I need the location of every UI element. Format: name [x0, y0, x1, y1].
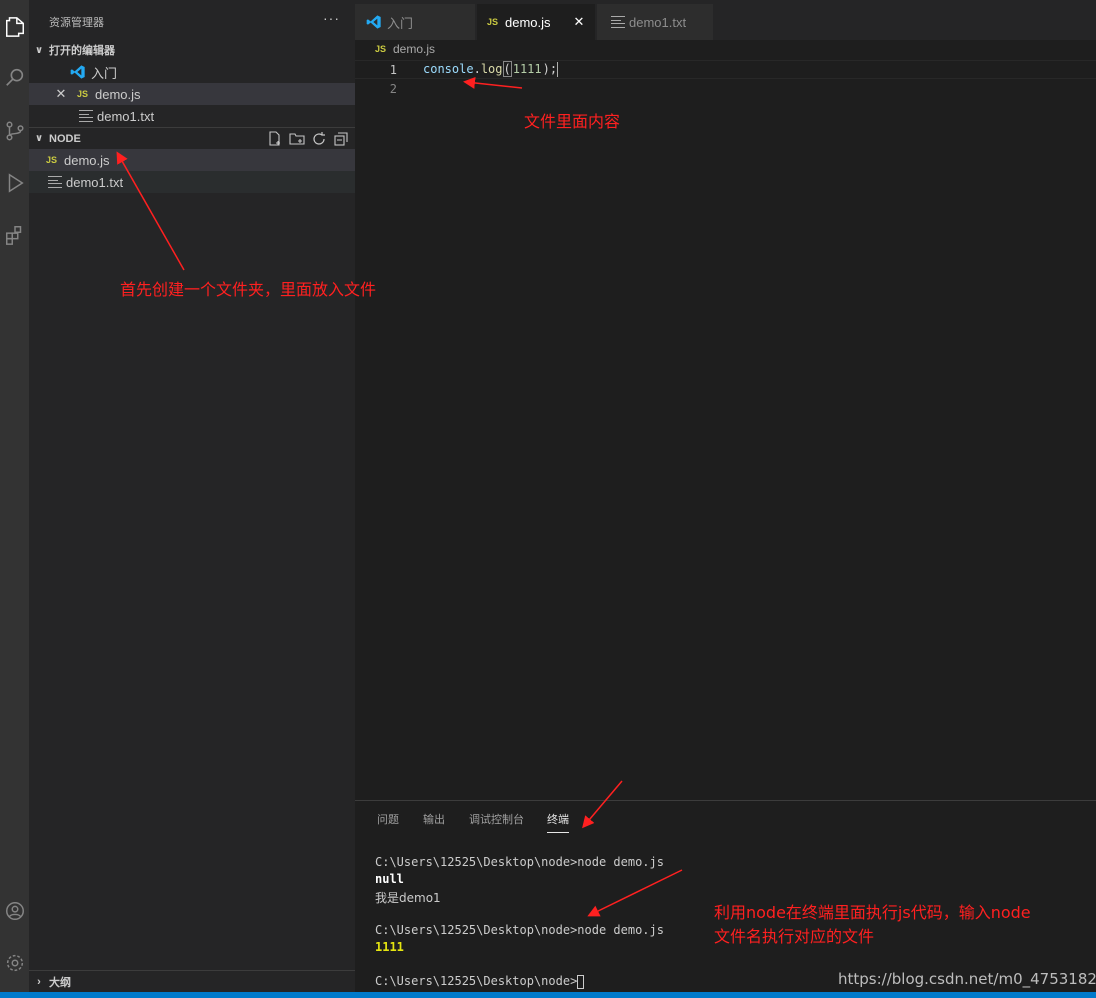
tab-debug-console[interactable]: 调试控制台 — [469, 811, 524, 827]
chevron-down-icon: ∨ — [34, 133, 44, 144]
new-folder-icon[interactable] — [289, 131, 305, 147]
chevron-down-icon: ∨ — [34, 44, 44, 56]
annotation-terminal-note-1: 利用node在终端里面执行js代码，输入node — [714, 903, 1031, 922]
refresh-icon[interactable] — [311, 131, 327, 147]
status-bar — [0, 992, 1096, 998]
open-editor-item-welcome[interactable]: 入门 — [29, 61, 355, 83]
open-editor-item-demo1-txt[interactable]: demo1.txt — [29, 105, 355, 127]
folder-actions — [267, 128, 349, 150]
vscode-icon — [70, 65, 85, 79]
gear-icon[interactable] — [0, 948, 29, 978]
explorer-icon[interactable] — [0, 12, 29, 42]
text-file-icon — [79, 110, 93, 122]
js-file-icon: JS — [46, 155, 58, 165]
tab-output[interactable]: 输出 — [423, 811, 445, 827]
js-file-icon: JS — [487, 17, 499, 27]
breadcrumb-label: demo.js — [393, 42, 436, 56]
sidebar-title: 资源管理器 — [49, 17, 104, 29]
open-editors-label: 打开的编辑器 — [49, 45, 115, 57]
code-line: 1 console.log(1111); — [355, 60, 1096, 79]
extensions-icon[interactable] — [0, 220, 29, 250]
close-icon[interactable]: ✕ — [51, 86, 71, 102]
file-item-demo1-txt[interactable]: demo1.txt — [29, 171, 355, 193]
new-file-icon[interactable] — [267, 131, 283, 147]
editor-tabs: 入门 JS demo.js ✕ demo1.txt — [355, 0, 1096, 40]
open-editor-item-demo-js[interactable]: ✕ JS demo.js — [29, 83, 355, 105]
line-number: 2 — [389, 81, 397, 96]
folder-header-node[interactable]: ∨ NODE — [29, 127, 355, 149]
code-editor[interactable]: 1 console.log(1111); 2 — [355, 40, 1096, 800]
account-icon[interactable] — [0, 896, 29, 926]
text-file-icon — [48, 176, 62, 188]
terminal-prompt[interactable]: C:\Users\12525\Desktop\node> — [375, 974, 585, 989]
open-editor-label: demo1.txt — [97, 108, 155, 124]
outline-label: 大纲 — [49, 976, 71, 989]
terminal-cursor — [577, 974, 585, 989]
terminal-line: C:\Users\12525\Desktop\node>node demo.js — [375, 855, 664, 869]
watermark: https://blog.csdn.net/m0_47531829 — [838, 970, 1096, 988]
run-debug-icon[interactable] — [0, 168, 29, 198]
tab-welcome[interactable]: 入门 — [355, 4, 475, 40]
tab-demo1-txt[interactable]: demo1.txt — [597, 4, 713, 40]
file-label: demo1.txt — [66, 174, 124, 190]
code-line: 2 — [355, 79, 1096, 98]
open-editor-label: 入门 — [91, 65, 118, 81]
close-icon[interactable]: ✕ — [569, 14, 589, 30]
tab-label: demo1.txt — [629, 14, 687, 30]
outline-header[interactable]: › 大纲 — [29, 970, 355, 992]
collapse-all-icon[interactable] — [333, 131, 349, 147]
terminal-line: C:\Users\12525\Desktop\node>node demo.js — [375, 923, 664, 937]
terminal-line: null — [375, 872, 404, 886]
breadcrumb[interactable]: JS demo.js — [375, 42, 435, 56]
source-control-icon[interactable] — [0, 116, 29, 146]
tab-problems[interactable]: 问题 — [377, 811, 399, 827]
activity-bar — [0, 0, 29, 992]
terminal-line: 1111 — [375, 940, 404, 954]
open-editors-header[interactable]: ∨ 打开的编辑器 — [29, 39, 355, 61]
line-number: 1 — [389, 62, 397, 77]
tab-terminal[interactable]: 终端 — [547, 811, 569, 833]
tab-label: demo.js — [505, 14, 551, 30]
annotation-create-folder: 首先创建一个文件夹，里面放入文件 — [120, 280, 377, 299]
vscode-icon — [366, 15, 381, 29]
chevron-right-icon: › — [37, 975, 41, 988]
annotation-file-content: 文件里面内容 — [524, 112, 621, 131]
bottom-panel: 问题 输出 调试控制台 终端 C:\Users\12525\Desktop\no… — [355, 800, 1096, 992]
annotation-terminal-note-2: 文件名执行对应的文件 — [714, 927, 875, 946]
tab-demo-js[interactable]: JS demo.js ✕ — [477, 4, 595, 40]
explorer-sidebar: 资源管理器 ··· ∨ 打开的编辑器 入门 ✕ JS demo.js demo1… — [29, 0, 355, 992]
more-actions-icon[interactable]: ··· — [323, 10, 340, 26]
file-label: demo.js — [64, 152, 110, 168]
file-item-demo-js[interactable]: JS demo.js — [29, 149, 355, 171]
text-file-icon — [611, 16, 625, 28]
js-file-icon: JS — [375, 44, 387, 54]
terminal-line: 我是demo1 — [375, 891, 441, 905]
code-text: console.log(1111); — [423, 61, 559, 77]
folder-name: NODE — [49, 132, 81, 145]
tab-label: 入门 — [387, 15, 414, 31]
open-editor-label: demo.js — [95, 86, 141, 102]
search-icon[interactable] — [0, 62, 29, 92]
js-file-icon: JS — [77, 89, 89, 99]
